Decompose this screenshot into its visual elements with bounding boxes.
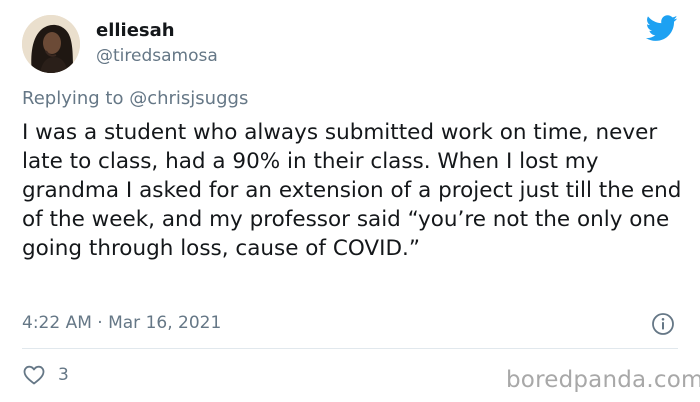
author-handle[interactable]: @tiredsamosa: [96, 45, 218, 67]
author-display-name[interactable]: elliesah: [96, 20, 175, 42]
twitter-bird-icon[interactable]: [646, 15, 678, 42]
watermark: boredpanda.com: [506, 367, 700, 393]
heart-icon[interactable]: [22, 363, 46, 387]
tweet-text: I was a student who always submitted wor…: [22, 120, 682, 261]
reply-mention-link[interactable]: @chrisjsuggs: [129, 88, 248, 109]
divider: [22, 348, 678, 349]
replying-to-label: Replying to: [22, 88, 124, 109]
like-count: 3: [58, 365, 69, 385]
info-icon[interactable]: [651, 312, 675, 336]
avatar-image: [22, 15, 80, 73]
tweet-timestamp[interactable]: 4:22 AM · Mar 16, 2021: [22, 312, 221, 334]
tweet-card: elliesah @tiredsamosa Replying to @chris…: [0, 0, 700, 402]
replying-to-line: Replying to @chrisjsuggs: [22, 87, 248, 111]
avatar[interactable]: [22, 15, 80, 73]
